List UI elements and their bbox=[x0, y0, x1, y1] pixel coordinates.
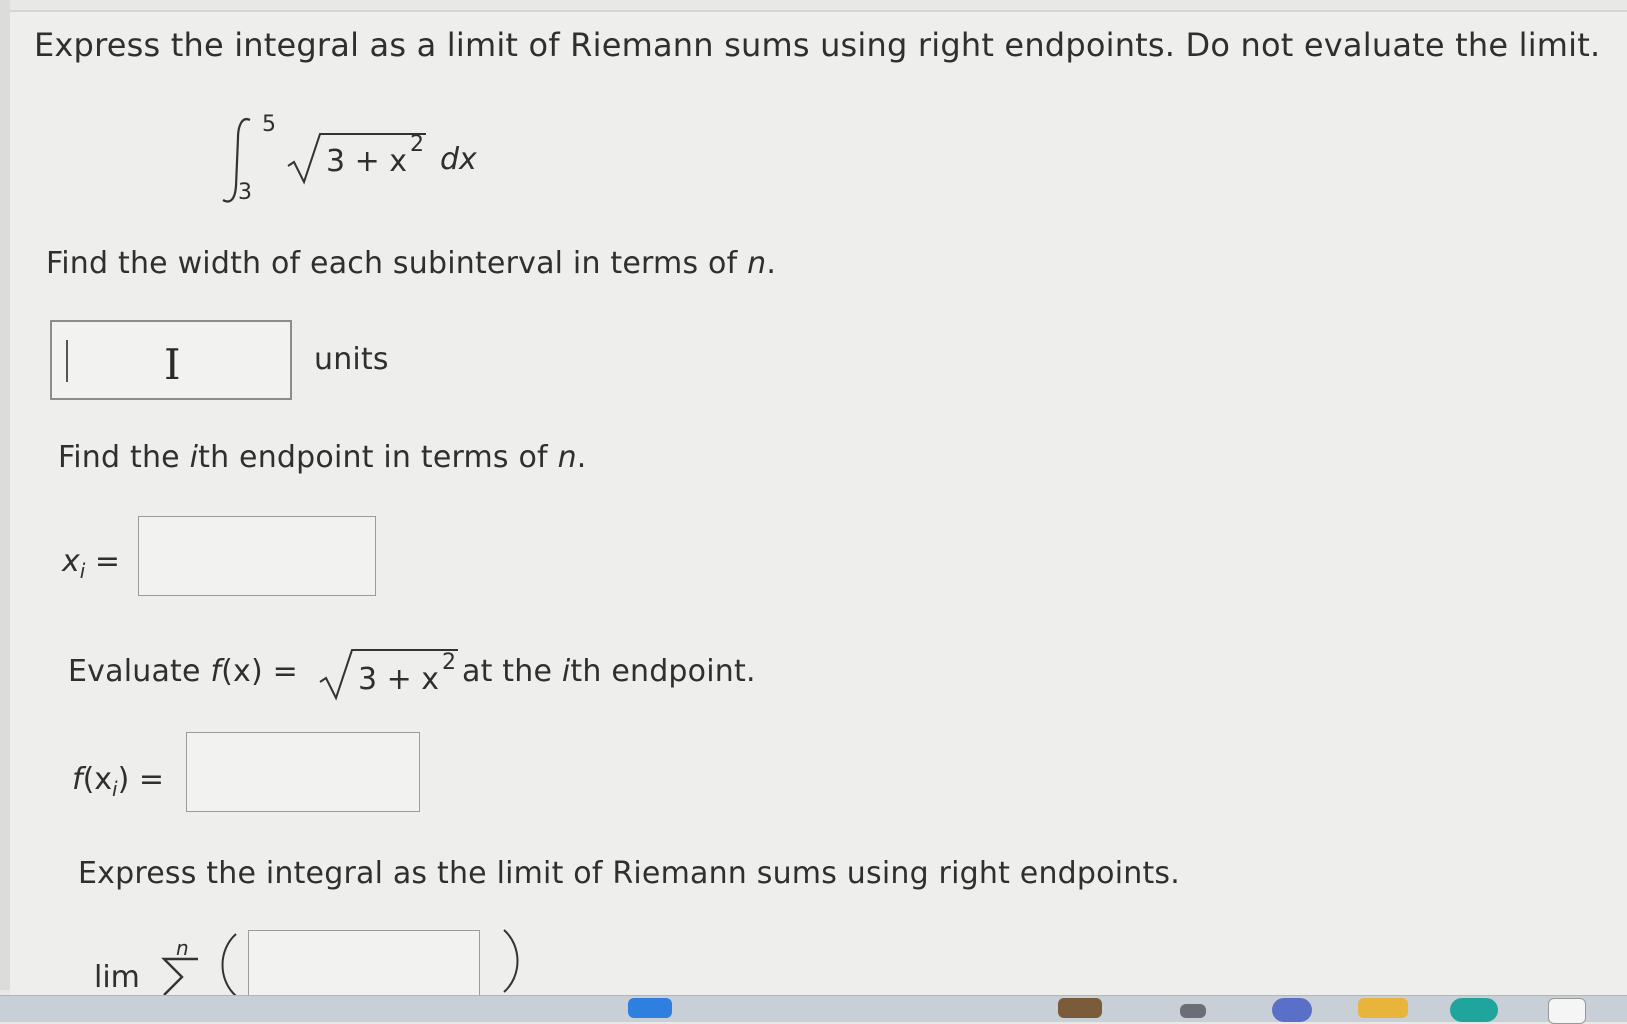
close-paren-icon bbox=[503, 929, 519, 993]
limit-answer-input[interactable] bbox=[248, 930, 480, 1000]
endpoint-prompt-suffix: . bbox=[576, 440, 587, 475]
endpoint-prompt-var: n bbox=[557, 440, 577, 475]
app-icon[interactable] bbox=[1180, 1004, 1206, 1018]
eval-exponent: 2 bbox=[442, 650, 456, 675]
endpoint-prompt-i: i bbox=[189, 440, 199, 475]
edge-browser-icon[interactable] bbox=[1450, 998, 1498, 1022]
width-prompt-suffix: . bbox=[766, 246, 777, 281]
endpoint-label-sub: i bbox=[79, 559, 86, 583]
app-icon[interactable] bbox=[1058, 998, 1102, 1018]
endpoint-label-eq: = bbox=[94, 544, 121, 579]
windows-start-icon[interactable] bbox=[628, 998, 672, 1018]
eval-label: f(xi) = bbox=[72, 762, 164, 801]
eval-equals: = bbox=[272, 654, 299, 689]
eval-func-arg: (x) bbox=[221, 654, 263, 689]
screen-bezel bbox=[0, 0, 10, 990]
eval-label-eq: = bbox=[138, 762, 164, 797]
eval-prompt-tail: at the ith endpoint. bbox=[462, 654, 756, 689]
width-prompt-text: Find the width of each subinterval in te… bbox=[46, 246, 748, 281]
eval-label-close: ) bbox=[117, 762, 130, 797]
folder-icon[interactable] bbox=[1358, 998, 1408, 1018]
text-caret bbox=[66, 340, 68, 382]
eval-prompt-c: th endpoint. bbox=[570, 654, 756, 689]
width-unit-label: units bbox=[314, 342, 389, 377]
eval-func: f bbox=[210, 654, 222, 689]
eval-radicand: 3 + x bbox=[358, 662, 440, 697]
eval-prompt-a: Evaluate bbox=[68, 654, 211, 689]
width-prompt-var: n bbox=[747, 246, 767, 281]
limit-label: lim bbox=[94, 960, 140, 995]
document-icon[interactable] bbox=[1548, 998, 1586, 1024]
ibeam-cursor-icon: I bbox=[164, 340, 181, 389]
endpoint-prompt-a: Find the bbox=[58, 440, 190, 475]
integral-radicand: 3 + x bbox=[326, 144, 408, 179]
question-intro: Express the integral as a limit of Riema… bbox=[34, 26, 1601, 64]
open-paren-icon bbox=[221, 933, 237, 997]
integral-expression: 5 3 3 + x 2 dx bbox=[220, 108, 520, 213]
endpoint-prompt: Find the ith endpoint in terms of n. bbox=[58, 440, 587, 475]
eval-prompt: Evaluate f(x) = bbox=[68, 654, 298, 689]
eval-label-open: (x bbox=[82, 762, 113, 797]
browser-icon[interactable] bbox=[1272, 998, 1312, 1022]
endpoint-prompt-b: th endpoint in terms of bbox=[198, 440, 558, 475]
eval-prompt-b: at the bbox=[462, 654, 562, 689]
width-prompt: Find the width of each subinterval in te… bbox=[46, 246, 776, 281]
endpoint-label-x: x bbox=[62, 544, 80, 579]
eval-label-f: f bbox=[72, 762, 83, 797]
endpoint-label: xi = bbox=[62, 544, 120, 583]
limit-prompt: Express the integral as the limit of Rie… bbox=[78, 856, 1180, 891]
eval-answer-input[interactable] bbox=[186, 732, 420, 812]
integral-upper-limit: 5 bbox=[262, 112, 276, 137]
integral-exponent: 2 bbox=[410, 132, 424, 157]
endpoint-answer-input[interactable] bbox=[138, 516, 376, 596]
integral-differential: dx bbox=[440, 142, 477, 177]
integral-lower-limit: 3 bbox=[238, 180, 252, 205]
